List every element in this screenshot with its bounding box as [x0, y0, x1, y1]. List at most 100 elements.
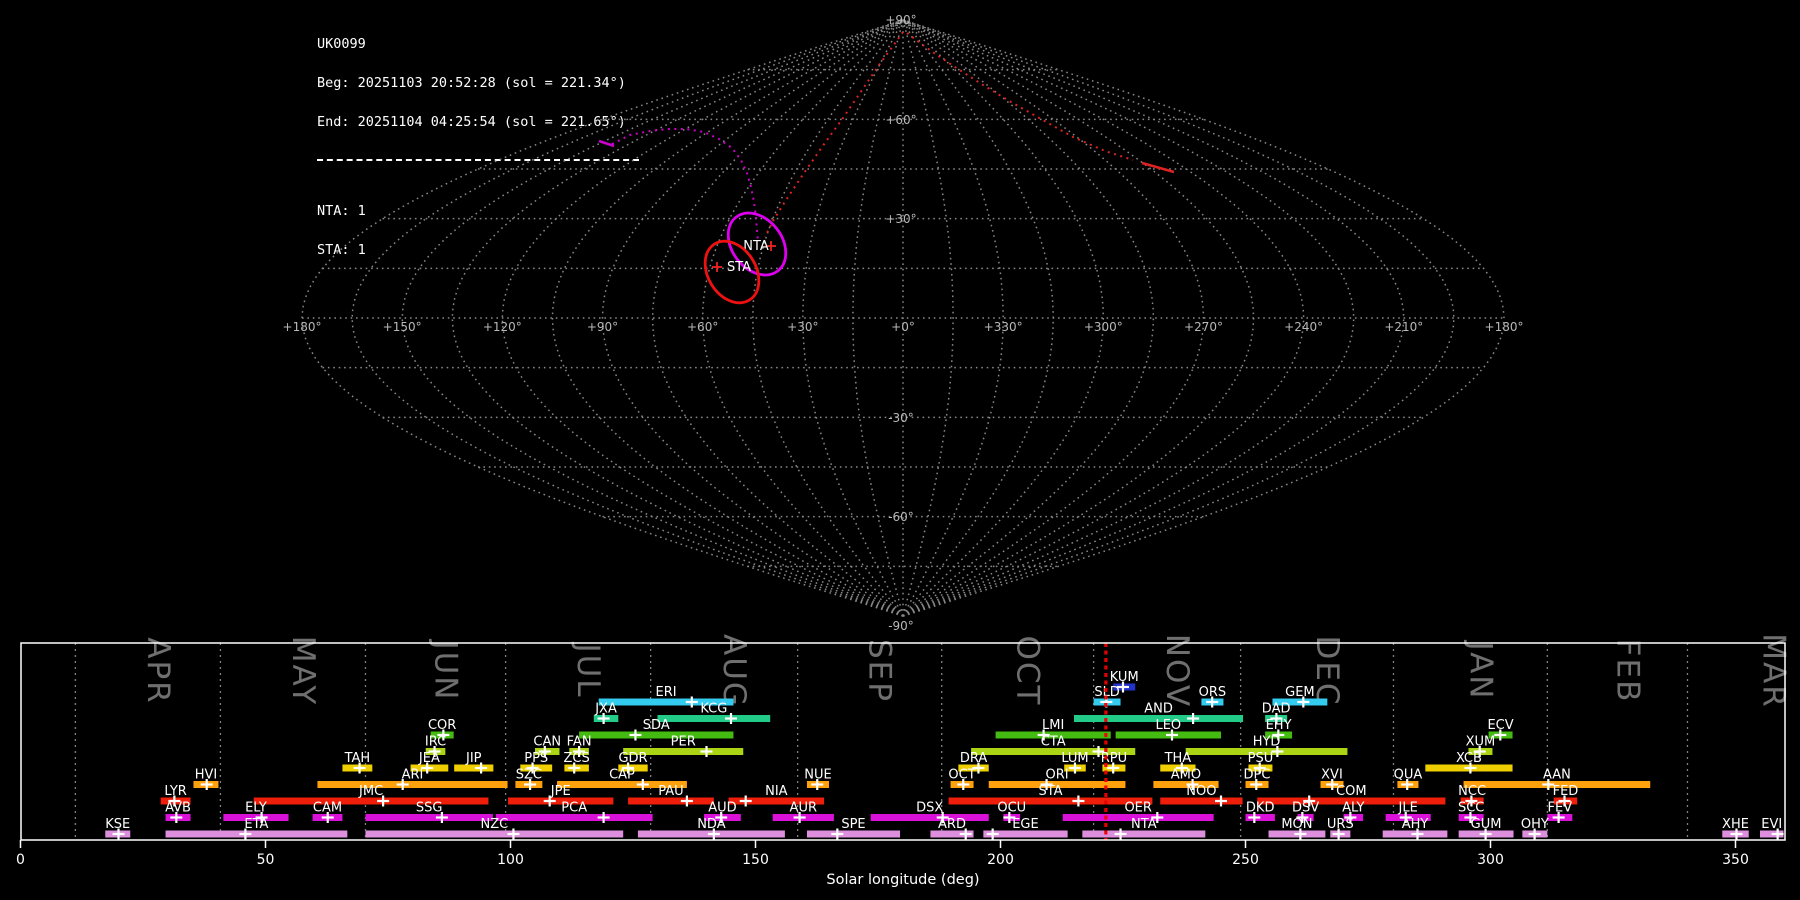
x-axis-tick-label: 200 — [987, 852, 1014, 868]
shower-label-jxa: JXA — [594, 702, 617, 717]
shower-label-kum: KUM — [1110, 670, 1139, 685]
shower-label-eri: ERI — [656, 685, 677, 700]
shower-label-nia: NIA — [765, 784, 788, 799]
x-axis-tick-label: 50 — [257, 852, 275, 868]
shower-label-dkd: DKD — [1246, 801, 1275, 816]
month-label-apr: APR — [140, 637, 176, 704]
map-latitude-label: +60° — [885, 113, 916, 127]
shower-label-cta: CTA — [1041, 735, 1066, 750]
month-label-feb: FEB — [1609, 639, 1645, 704]
x-axis-tick-label: 100 — [497, 852, 524, 868]
shower-label-jle: JLE — [1398, 801, 1418, 816]
x-axis-tick-label: 300 — [1477, 852, 1504, 868]
shower-label-zcs: ZCS — [564, 751, 590, 766]
map-longitude-label: +330° — [984, 320, 1023, 334]
month-label-jan: JAN — [1462, 640, 1498, 701]
month-label-may: MAY — [285, 636, 321, 706]
map-longitude-label: +30° — [787, 320, 818, 334]
shower-label-jip: JIP — [465, 751, 482, 766]
shower-label-ori: ORI — [1046, 768, 1069, 783]
month-label-mar: MAR — [1755, 633, 1791, 709]
shower-label-ege: EGE — [1012, 817, 1039, 832]
shower-label-pau: PAU — [658, 784, 683, 799]
grid-meridian — [903, 20, 1103, 616]
map-latitude-label: -30° — [888, 411, 914, 425]
shower-label-ahy: AHY — [1402, 817, 1429, 832]
month-label-nov: NOV — [1159, 634, 1195, 708]
shower-label-jea: JEA — [418, 751, 440, 766]
shower-label-noo: NOO — [1186, 784, 1216, 799]
shower-label-sta: STA — [1038, 784, 1062, 799]
x-axis-tick-label: 350 — [1722, 852, 1749, 868]
shower-label-cor: COR — [428, 718, 456, 733]
month-label-jul: JUL — [570, 641, 606, 698]
shower-label-per: PER — [671, 735, 696, 750]
shower-label-sda: SDA — [643, 718, 670, 733]
shower-label-ssg: SSG — [416, 801, 443, 816]
shower-label-aly: ALY — [1342, 801, 1364, 816]
shower-label-mon: MON — [1281, 817, 1312, 832]
shower-label-and: AND — [1144, 702, 1173, 717]
map-longitude-label: +120° — [483, 320, 522, 334]
shower-label-nda: NDA — [697, 817, 726, 832]
shower-label-kcg: KCG — [700, 702, 727, 717]
radiant-label-STA: STA — [727, 260, 751, 275]
radiant-map-and-timeline: +180°+150°+120°+90°+60°+30°+0°+330°+300°… — [0, 0, 1800, 900]
grid-meridian — [903, 20, 1304, 616]
shower-label-oct: OCT — [948, 768, 975, 783]
month-label-oct: OCT — [1010, 636, 1046, 707]
sta-trail-solid — [1142, 163, 1174, 172]
map-longitude-label: +180° — [1485, 320, 1524, 334]
shower-label-avb: AVB — [165, 801, 191, 816]
shower-label-spe: SPE — [841, 817, 865, 832]
map-longitude-label: +60° — [687, 320, 718, 334]
month-label-jun: JUN — [428, 638, 464, 701]
map-longitude-label: +0° — [891, 320, 915, 334]
map-latitude-label: -90° — [888, 619, 914, 633]
map-latitude-label: -60° — [888, 510, 914, 524]
shower-label-xcb: XCB — [1456, 751, 1482, 766]
grid-meridian — [703, 20, 903, 616]
map-longitude-label: +90° — [587, 320, 618, 334]
map-longitude-label: +240° — [1284, 320, 1323, 334]
sta-trail-pole-dotted — [765, 32, 903, 237]
shower-label-dra: DRA — [960, 751, 988, 766]
x-axis-title: Solar longitude (deg) — [826, 872, 979, 888]
shower-label-evi: EVI — [1761, 817, 1782, 832]
shower-label-amo: AMO — [1171, 768, 1201, 783]
nta-trail-dotted — [612, 129, 758, 242]
grid-meridian — [853, 20, 903, 616]
x-axis-tick-label: 250 — [1232, 852, 1259, 868]
x-axis-tick-label: 150 — [742, 852, 769, 868]
shower-label-ari: ARI — [402, 768, 424, 783]
map-longitude-label: +180° — [283, 320, 322, 334]
shower-label-pps: PPS — [524, 751, 548, 766]
shower-label-nzc: NZC — [480, 817, 508, 832]
shower-label-szc: SZC — [516, 768, 542, 783]
shower-label-ard: ARD — [938, 817, 966, 832]
shower-label-nta: NTA — [1131, 817, 1157, 832]
shower-label-tha: THA — [1164, 751, 1192, 766]
shower-label-jmc: JMC — [358, 784, 383, 799]
map-longitude-label: +210° — [1384, 320, 1423, 334]
map-latitude-label: +30° — [885, 212, 916, 226]
shower-label-can: CAN — [533, 735, 561, 750]
shower-label-aan: AAN — [1543, 768, 1571, 783]
shower-label-urs: URS — [1327, 817, 1354, 832]
map-latitude-label: +90° — [885, 13, 916, 27]
shower-label-oer: OER — [1124, 801, 1151, 816]
shower-label-aud: AUD — [708, 801, 736, 816]
map-longitude-label: +300° — [1084, 320, 1123, 334]
month-label-sep: SEP — [862, 639, 898, 703]
shower-label-gdr: GDR — [618, 751, 647, 766]
shower-label-com: COM — [1336, 784, 1367, 799]
shower-label-cap: CAP — [609, 768, 635, 783]
app-screen: UK0099 Beg: 20251103 20:52:28 (sol = 221… — [0, 0, 1800, 900]
shower-label-fev: FEV — [1548, 801, 1573, 816]
shower-label-eta: ETA — [244, 817, 268, 832]
shower-label-ely: ELY — [245, 801, 267, 816]
shower-label-dsv: DSV — [1292, 801, 1319, 816]
shower-label-gem: GEM — [1285, 685, 1315, 700]
x-axis-tick-label: 0 — [16, 852, 25, 868]
map-longitude-label: +270° — [1184, 320, 1223, 334]
